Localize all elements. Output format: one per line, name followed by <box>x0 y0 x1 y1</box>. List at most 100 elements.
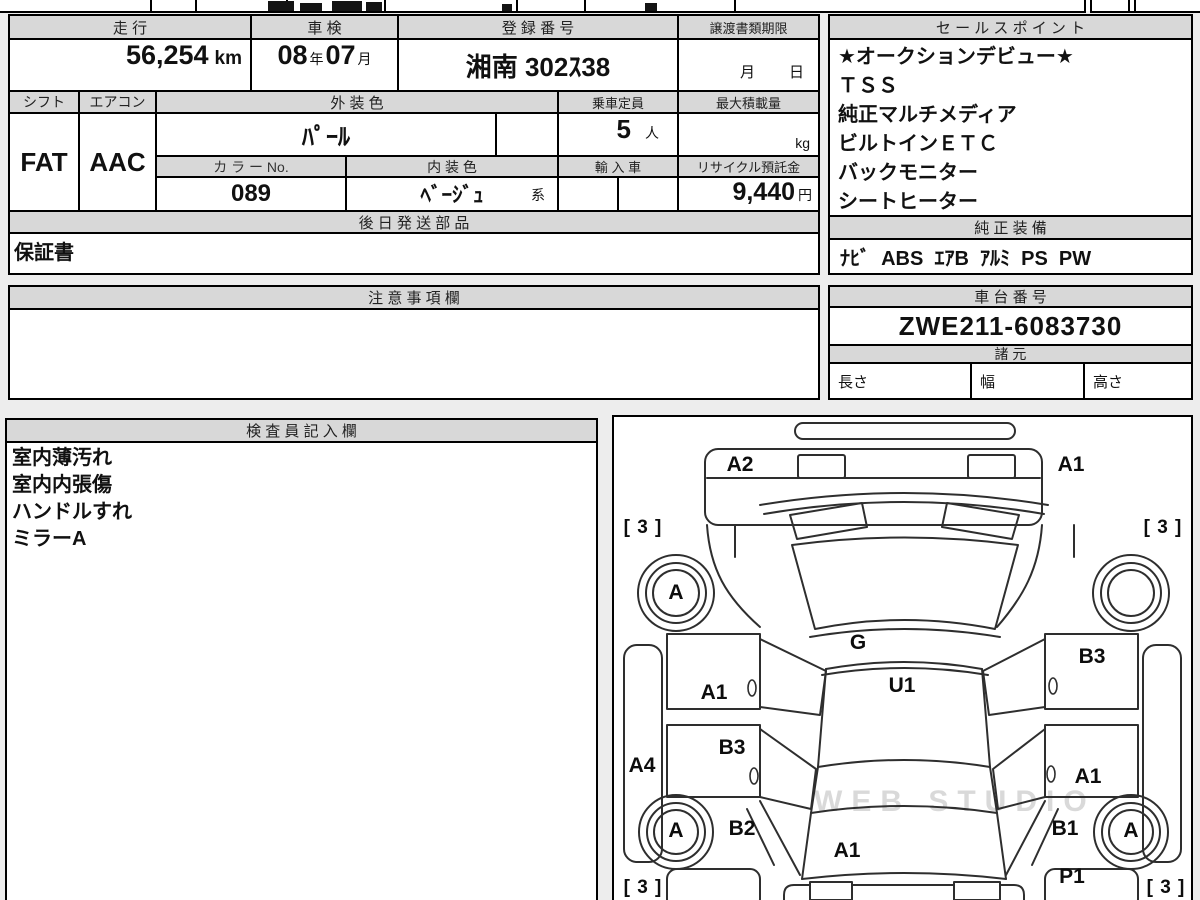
recycle-header: リサイクル預託金 <box>679 157 818 176</box>
transfer-docs-header: 譲渡書類期限 <box>679 16 818 38</box>
divider <box>1128 0 1130 13</box>
shift-header: シフト <box>10 92 78 112</box>
import-header: 輸 入 車 <box>559 157 677 176</box>
max-load-label: 最大積載量 <box>715 95 781 111</box>
spec-height-label: 高さ <box>1093 373 1124 391</box>
inspection-value-cell: 08 年 07 月 <box>252 40 397 90</box>
sales-points-label: セ ー ル ス ポ イ ン ト <box>935 19 1086 37</box>
color-no-value: 089 <box>230 180 272 207</box>
inspection-label: 車 検 <box>307 19 342 37</box>
diagram-code-label: A1 <box>833 839 861 862</box>
divider <box>1134 0 1136 13</box>
spec-width-label: 幅 <box>980 373 996 391</box>
diagram-code-label: B1 <box>1051 817 1079 840</box>
diagram-code-label: A1 <box>700 681 728 704</box>
registration-header: 登 録 番 号 <box>399 16 677 38</box>
diagram-code-label: B3 <box>718 736 746 759</box>
max-load-value-cell: kg <box>679 114 818 155</box>
aircon-value: AAC <box>89 146 146 177</box>
inspection-month: 07 <box>325 40 356 70</box>
shift-value-cell: FAT <box>10 114 78 210</box>
divider <box>516 0 518 13</box>
inspector-label: 検 査 員 記 入 欄 <box>246 423 357 440</box>
cropped-row-text-fragment <box>645 3 657 11</box>
chassis-number: ZWE211-6083730 <box>898 310 1123 341</box>
later-parts-label: 後 日 発 送 部 品 <box>358 214 470 232</box>
transfer-label: 譲渡書類期限 <box>709 20 788 36</box>
diagram-code-label: P1 <box>1059 865 1085 888</box>
diagram-code-label: [ 3 ] <box>1143 517 1183 538</box>
divider <box>0 11 1086 13</box>
color-no-header: カ ラ ー No. <box>157 157 345 176</box>
diagram-code-label: A1 <box>1074 765 1102 788</box>
max-load-header: 最大積載量 <box>679 92 818 112</box>
diagram-code-label: G <box>849 631 867 654</box>
inspection-month-unit: 月 <box>357 51 372 67</box>
spec-length-cell: 長さ <box>830 364 970 398</box>
spec-length-label: 長さ <box>838 373 869 391</box>
diagram-code-label: A2 <box>726 453 754 476</box>
mileage-value: 56,254 <box>125 40 209 70</box>
diagram-code-label: [ 3 ] <box>623 517 663 538</box>
divider <box>584 0 586 13</box>
sales-points-content: ★オークションデビュー★ ＴＳＳ 純正マルチメディア ビルトインＥＴＣ バックモ… <box>830 40 1191 215</box>
sales-points-header: セ ー ル ス ポ イ ン ト <box>830 16 1191 38</box>
divider <box>1090 0 1092 13</box>
cropped-row-text-fragment <box>332 1 362 11</box>
mileage-label: 走 行 <box>112 19 148 37</box>
aircon-value-cell: AAC <box>80 114 155 210</box>
divider <box>1084 0 1086 13</box>
genuine-equipment-header: 純 正 装 備 <box>830 217 1191 238</box>
capacity-value: 5 <box>616 114 631 144</box>
divider <box>150 0 152 13</box>
transfer-month-unit: 月 <box>739 64 755 81</box>
recycle-unit: 円 <box>798 187 812 203</box>
registration-value: 湘南 302ｽ38 <box>465 51 611 82</box>
cropped-row-text-fragment <box>300 3 322 11</box>
capacity-value-cell: 5 人 <box>559 114 677 155</box>
auction-sheet: 走 行 車 検 登 録 番 号 譲渡書類期限 56,254 km 08 年 07… <box>0 0 1200 900</box>
inspection-year-unit: 年 <box>309 51 324 67</box>
registration-value-cell: 湘南 302ｽ38 <box>399 40 677 90</box>
cautions-label: 注 意 事 項 欄 <box>368 290 460 307</box>
transfer-day-unit: 日 <box>788 64 804 81</box>
cropped-row-text-fragment <box>502 4 512 11</box>
interior-color-value-cell: ﾍﾞｰｼﾞｭ 系 <box>347 178 557 210</box>
mileage-unit: km <box>214 48 242 69</box>
damage-diagram-box: WEB STUDIO A2 A1 [3] [3] A G B3 A1 U… <box>612 415 1193 900</box>
interior-color-header: 内 装 色 <box>347 157 557 176</box>
capacity-header: 乗車定員 <box>559 92 677 112</box>
later-parts-value: 保証書 <box>14 242 74 264</box>
inspector-header: 検 査 員 記 入 欄 <box>7 420 596 441</box>
shift-label: シフト <box>23 94 65 110</box>
mileage-value-cell: 56,254 km <box>10 40 250 90</box>
genuine-equipment-label: 純 正 装 備 <box>974 220 1047 237</box>
exterior-color-header: 外 装 色 <box>157 92 557 112</box>
interior-color-suffix: 系 <box>531 187 545 203</box>
chassis-value-cell: ZWE211-6083730 <box>830 308 1191 344</box>
diagram-code-label: U1 <box>888 674 916 697</box>
empty-cell <box>619 178 677 210</box>
chassis-header: 車 台 番 号 <box>830 287 1191 306</box>
divider <box>734 0 736 13</box>
diagram-code-label: B2 <box>728 817 756 840</box>
interior-color-value: ﾍﾞｰｼﾞｭ <box>420 184 484 207</box>
damage-diagram: WEB STUDIO A2 A1 [3] [3] A G B3 A1 U… <box>614 417 1191 900</box>
diagram-code-label: A <box>668 819 684 842</box>
empty-cell <box>497 114 557 155</box>
cautions-header: 注 意 事 項 欄 <box>10 287 818 308</box>
diagram-code-label: [ 3 ] <box>623 877 663 898</box>
color-no-label: カ ラ ー No. <box>213 158 289 175</box>
spec-width-cell: 幅 <box>972 364 1083 398</box>
exterior-color-value-cell: ﾊﾟｰﾙ <box>157 114 495 155</box>
diagram-code-label: [ 3 ] <box>1146 877 1186 898</box>
chassis-box: 車 台 番 号 ZWE211-6083730 諸 元 長さ 幅 高さ <box>828 285 1193 400</box>
exterior-color-value: ﾊﾟｰﾙ <box>302 124 350 151</box>
inspection-year: 08 <box>277 40 308 70</box>
cautions-content <box>10 310 818 398</box>
later-parts-value-cell: 保証書 <box>10 234 818 273</box>
capacity-label: 乗車定員 <box>591 95 644 111</box>
chassis-label: 車 台 番 号 <box>974 289 1047 306</box>
empty-cell <box>559 178 617 210</box>
import-label: 輸 入 車 <box>594 160 642 175</box>
